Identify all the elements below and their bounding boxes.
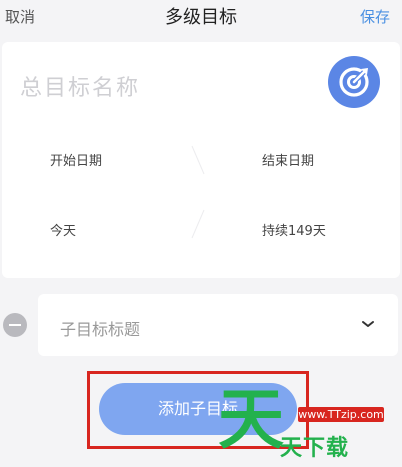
end-date-value[interactable]: 持续149天 — [262, 220, 326, 239]
watermark: 天 www.TTzip.com 天下载 — [218, 382, 402, 467]
start-date-value[interactable]: 今天 — [50, 220, 76, 239]
page-title: 多级目标 — [165, 7, 237, 28]
end-date-label[interactable]: 结束日期 — [262, 150, 314, 169]
save-button[interactable]: 保存 — [360, 6, 390, 27]
watermark-url: www.TTzip.com — [298, 407, 384, 422]
goal-name-input[interactable]: 总目标名称 — [20, 70, 140, 102]
watermark-logo: 天 — [218, 381, 284, 458]
chevron-down-icon[interactable] — [360, 316, 376, 332]
start-date-label[interactable]: 开始日期 — [50, 150, 102, 169]
date-divider — [191, 145, 205, 239]
subgoal-title-input[interactable]: 子目标标题 — [60, 316, 140, 340]
navigation-bar: 取消 多级目标 保存 — [0, 0, 402, 34]
goal-card: 总目标名称 开始日期 结束日期 今天 持续149天 — [2, 42, 400, 278]
minus-circle-icon[interactable] — [3, 313, 27, 337]
subgoal-row: 子目标标题 — [38, 294, 398, 356]
watermark-text: 天下载 — [280, 436, 350, 461]
target-icon[interactable] — [328, 56, 380, 108]
